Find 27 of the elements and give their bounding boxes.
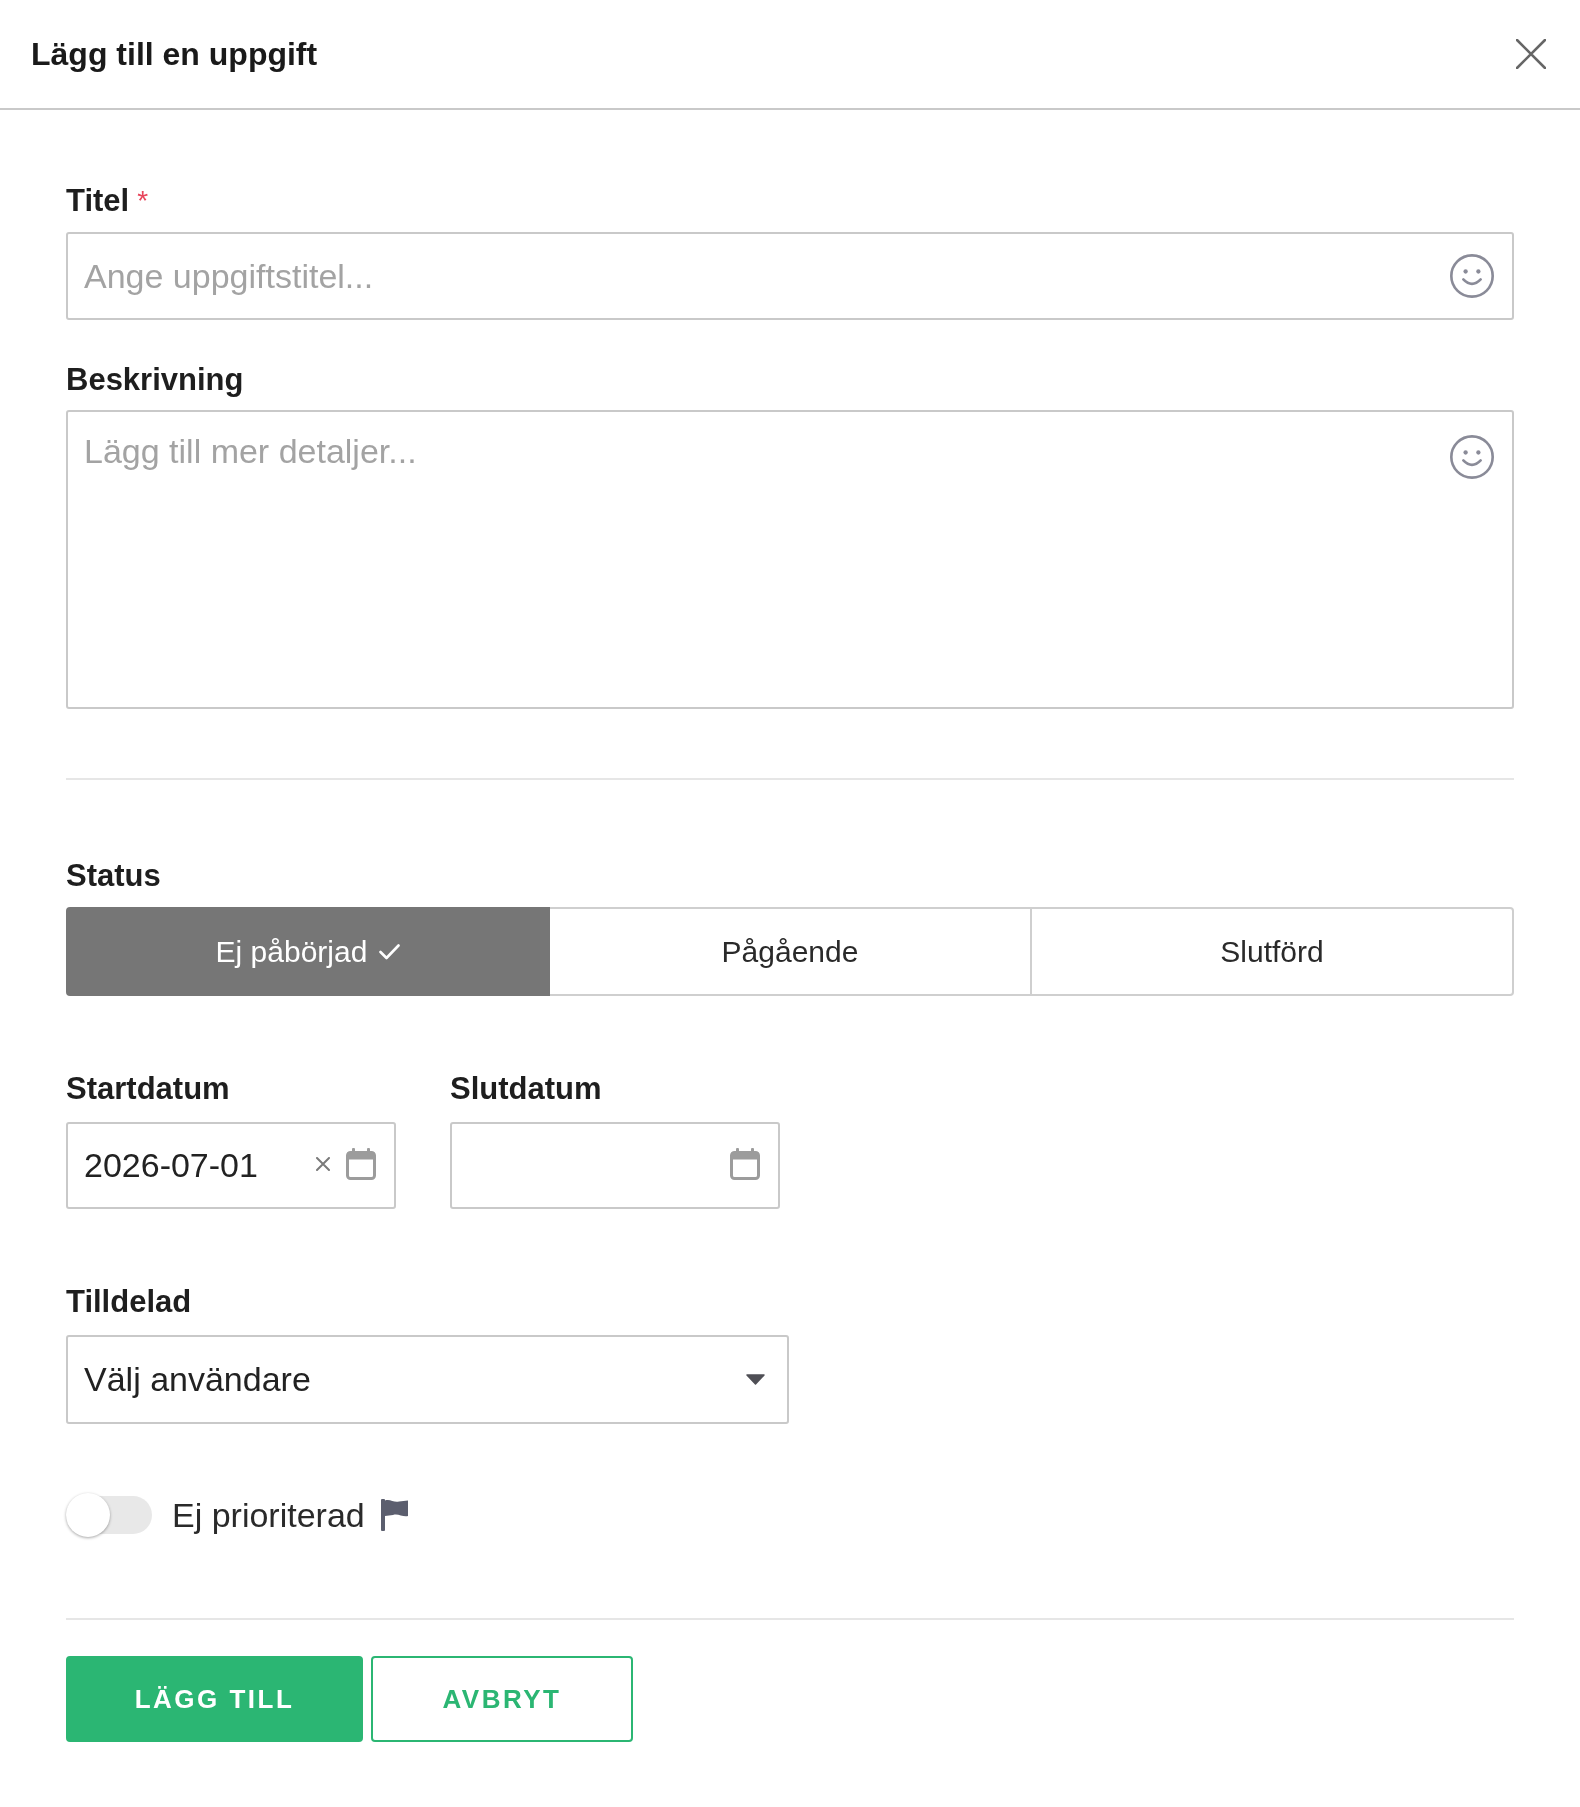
required-mark: * [137,184,149,218]
emoji-icon[interactable] [1450,435,1494,479]
assignee-select[interactable]: Välj användare [66,1335,789,1424]
calendar-icon[interactable] [346,1148,376,1180]
flag-icon [380,1499,409,1531]
field-label: Slutdatum [450,1071,602,1107]
check-icon [379,943,401,960]
field-label: Beskrivning [66,362,244,398]
dropdown-caret-icon [746,1374,765,1385]
dialog-title: Lägg till en uppgift [31,35,318,74]
status-tab[interactable]: Slutförd [1032,907,1514,996]
field-label: Tilldelad [66,1284,192,1320]
clear-icon[interactable] [316,1157,330,1171]
status-tab[interactable]: Pågående [550,907,1032,996]
toggle-switch[interactable] [66,1493,152,1537]
status-tab[interactable]: Ej påbörjad [66,907,550,996]
field-label: Status [66,858,161,894]
date-input[interactable] [450,1122,780,1209]
field-label: Startdatum [66,1071,230,1107]
emoji-icon[interactable] [1450,254,1494,298]
date-input[interactable]: 2026-07-01 [66,1122,396,1209]
description-textarea[interactable]: Lägg till mer detaljer... [66,410,1514,709]
title-input[interactable]: Ange uppgiftstitel... [66,232,1514,320]
field-label: Titel [66,183,130,219]
priority-label: Ej prioriterad [172,1494,365,1536]
calendar-icon[interactable] [730,1148,760,1180]
close-icon[interactable] [1516,39,1546,69]
